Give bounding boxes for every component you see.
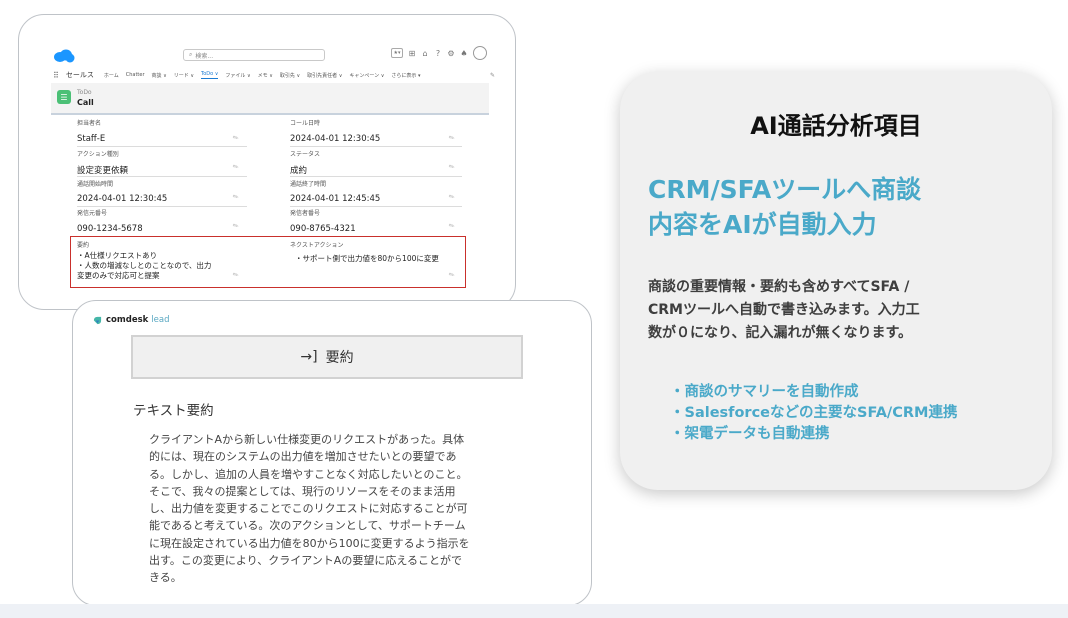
summary-button-label: 要約	[325, 350, 354, 366]
bell-icon[interactable]: ♠	[460, 49, 468, 58]
text-summary-title: テキスト要約	[133, 403, 214, 419]
divider	[77, 176, 247, 177]
nav-item-home[interactable]: ホーム	[104, 72, 119, 79]
edit-caller-number-icon[interactable]: ✎	[231, 221, 240, 231]
trailhead-icon[interactable]: ⌂	[421, 49, 429, 58]
action-type-label: アクション種別	[77, 151, 119, 158]
caller-number-label: 発信元番号	[77, 210, 108, 217]
comdesk-summary-card: comdesk lead →] 要約 テキスト要約 クライアントAから新しい仕様…	[72, 300, 592, 606]
nav-item-todo[interactable]: ToDo ∨	[201, 71, 219, 79]
comdesk-logo-icon	[93, 316, 102, 324]
search-icon: ⌕	[189, 51, 193, 58]
salesforce-record-card: ⌕ 検索... ★▾ ⊞ ⌂ ? ⚙ ♠ ⠿ セールス ホーム Chatter …	[18, 14, 516, 310]
divider	[290, 176, 462, 177]
divider	[290, 146, 462, 147]
feature-bullet-list: ・商談のサマリーを自動作成 ・Salesforceなどの主要なSFA/CRM連携…	[670, 382, 957, 445]
text-summary-body: クライアントAから新しい仕様変更のリクエストがあった。具体 的には、現在のシステ…	[149, 433, 470, 585]
call-datetime-label: コール日時	[290, 120, 321, 127]
nav-item-chatter[interactable]: Chatter	[126, 72, 145, 78]
edit-nav-icon[interactable]: ✎	[490, 72, 495, 79]
comdesk-logo: comdesk lead	[93, 315, 169, 325]
summary-button[interactable]: →] 要約	[131, 335, 523, 379]
record-header: ☰ ToDo Call	[51, 83, 489, 115]
nav-item-campaigns[interactable]: キャンペーン ∨	[349, 72, 384, 79]
edit-call-datetime-icon[interactable]: ✎	[447, 133, 456, 143]
call-start-value: 2024-04-01 12:30:45	[77, 194, 168, 204]
assignee-value: Staff-E	[77, 134, 106, 144]
summary-value: ・A仕様リクエストあり ・人数の増減なしとのことなので、出力 変更のみで対応可と…	[77, 251, 212, 280]
feature-panel: AI通話分析項目 CRM/SFAツールへ商談 内容をAIが自動入力 商談の重要情…	[620, 72, 1052, 490]
call-datetime-value: 2024-04-01 12:30:45	[290, 134, 381, 144]
summary-label: 要約	[77, 242, 90, 249]
call-start-label: 通話開始時間	[77, 181, 114, 188]
navigation-bar: ⠿ セールス ホーム Chatter 商談 ∨ リード ∨ ToDo ∨ ファイ…	[53, 69, 495, 81]
call-end-value: 2024-04-01 12:45:45	[290, 194, 381, 204]
edit-action-type-icon[interactable]: ✎	[231, 162, 240, 172]
nav-item-opportunities[interactable]: 商談 ∨	[152, 72, 167, 79]
add-icon[interactable]: ⊞	[408, 49, 416, 58]
gear-icon[interactable]: ⚙	[447, 49, 455, 58]
avatar[interactable]	[473, 46, 487, 60]
record-title: Call	[77, 98, 94, 107]
panel-headline: CRM/SFAツールへ商談 内容をAIが自動入力	[648, 175, 922, 239]
status-value: 成約	[290, 166, 308, 176]
caller-number-value: 090-1234-5678	[77, 224, 143, 234]
nav-item-accounts[interactable]: 取引先 ∨	[280, 72, 300, 79]
divider	[77, 146, 247, 147]
arrow-into-bracket-icon: →]	[300, 349, 318, 365]
utility-bar: ★▾ ⊞ ⌂ ? ⚙ ♠	[391, 46, 487, 60]
divider	[77, 206, 247, 207]
nav-item-notes[interactable]: メモ ∨	[258, 72, 273, 79]
assignee-label: 担当者名	[77, 120, 102, 127]
panel-description: 商談の重要情報・要約も含めすべてSFA / CRMツールへ自動で書き込みます。入…	[648, 279, 920, 341]
bottom-strip	[0, 604, 1068, 618]
nav-item-files[interactable]: ファイル ∨	[225, 72, 250, 79]
app-name: セールス	[65, 71, 94, 79]
call-end-label: 通話終了時間	[290, 181, 327, 188]
object-label: ToDo	[77, 89, 92, 96]
feature-bullet: ・商談のサマリーを自動作成	[670, 384, 859, 400]
app-launcher-icon[interactable]: ⠿	[53, 71, 59, 80]
search-placeholder: 検索...	[195, 52, 214, 60]
nav-item-leads[interactable]: リード ∨	[174, 72, 194, 79]
edit-assignee-icon[interactable]: ✎	[231, 133, 240, 143]
edit-status-icon[interactable]: ✎	[447, 162, 456, 172]
global-search-input[interactable]: ⌕ 検索...	[183, 49, 325, 61]
callee-number-value: 090-8765-4321	[290, 224, 356, 234]
edit-call-end-icon[interactable]: ✎	[447, 192, 456, 202]
nav-item-contacts[interactable]: 取引先責任者 ∨	[307, 72, 342, 79]
favorites-icon[interactable]: ★▾	[391, 48, 403, 58]
next-action-label: ネクストアクション	[290, 242, 344, 249]
help-icon[interactable]: ?	[434, 49, 442, 58]
divider	[290, 206, 462, 207]
edit-call-start-icon[interactable]: ✎	[231, 192, 240, 202]
nav-item-more[interactable]: さらに表示 ▾	[391, 72, 420, 79]
feature-bullet: ・架電データも自動連携	[670, 426, 830, 442]
comdesk-logo-text: comdesk lead	[106, 315, 170, 325]
todo-icon: ☰	[57, 90, 71, 104]
callee-number-label: 発信者番号	[290, 210, 321, 217]
feature-bullet: ・Salesforceなどの主要なSFA/CRM連携	[670, 405, 958, 421]
edit-callee-number-icon[interactable]: ✎	[447, 221, 456, 231]
action-type-value: 設定変更依頼	[77, 166, 129, 176]
panel-title: AI通話分析項目	[750, 112, 922, 140]
status-label: ステータス	[290, 151, 321, 158]
next-action-value: ・サポート側で出力値を80から100に変更	[295, 254, 439, 263]
salesforce-cloud-icon	[54, 49, 75, 63]
